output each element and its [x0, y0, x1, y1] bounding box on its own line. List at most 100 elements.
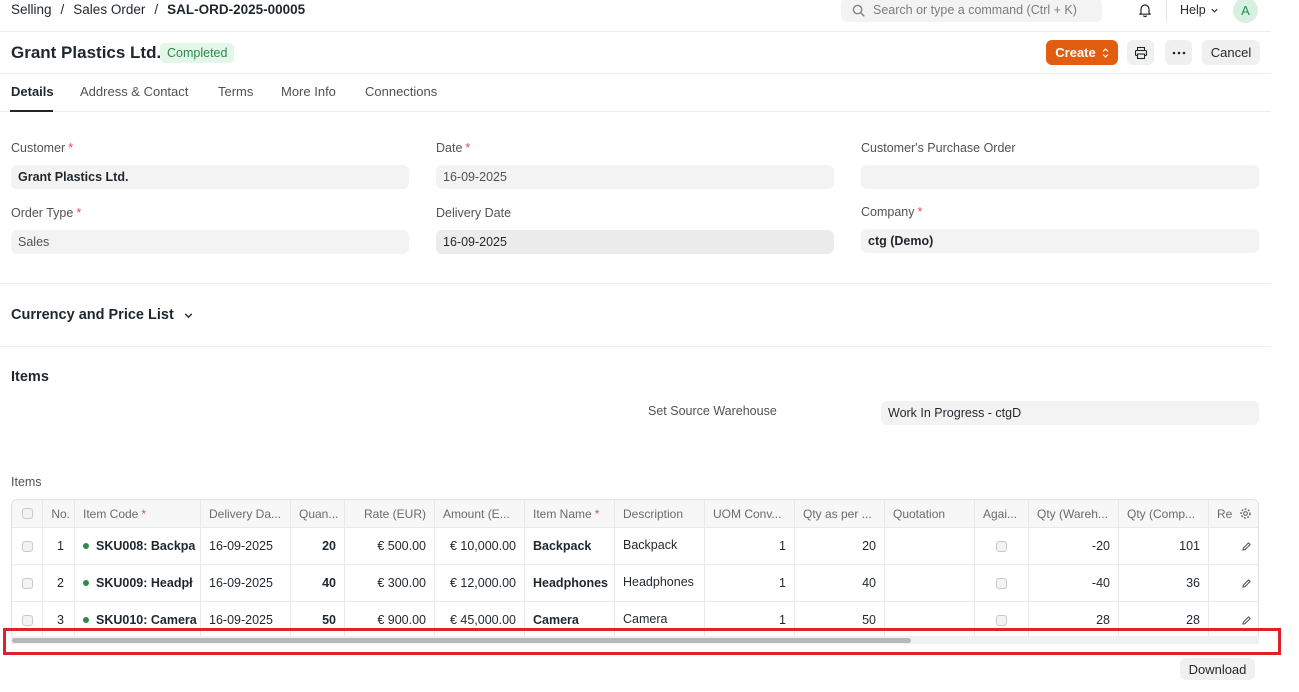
chevron-updown-icon [1102, 47, 1109, 58]
tab-details[interactable]: Details [11, 84, 54, 99]
currency-section-toggle[interactable]: Currency and Price List [11, 307, 194, 323]
customer-po-field[interactable] [861, 165, 1259, 189]
row-quotation[interactable] [885, 565, 975, 601]
row-rate[interactable]: € 300.00 [345, 565, 435, 601]
row-qty-company: 101 [1119, 528, 1209, 564]
row-edit-button[interactable] [1209, 565, 1258, 601]
customer-field[interactable]: Grant Plastics Ltd. [11, 165, 409, 189]
items-section-title: Items [11, 369, 49, 385]
row-uom-conversion[interactable]: 1 [705, 565, 795, 601]
print-button[interactable] [1127, 40, 1154, 65]
row-item-name[interactable]: Headphones [525, 565, 615, 601]
column-header-qty-company[interactable]: Qty (Comp... [1119, 500, 1209, 527]
date-label: Date * [436, 141, 471, 155]
order-type-label: Order Type * [11, 206, 82, 220]
row-delivery-date[interactable]: 16-09-2025 [201, 528, 291, 564]
delivery-date-field[interactable]: 16-09-2025 [436, 230, 834, 254]
column-header-quotation[interactable]: Quotation [885, 500, 975, 527]
column-header-qty-as-per[interactable]: Qty as per ... [795, 500, 885, 527]
column-header-rate[interactable]: Rate (EUR) [345, 500, 435, 527]
row-checkbox[interactable] [12, 565, 43, 601]
search-input[interactable]: Search or type a command (Ctrl + K) [841, 0, 1102, 22]
table-row[interactable]: 2 SKU009: Headpł 16-09-2025 40 € 300.00 … [12, 565, 1258, 602]
navbar: Selling / Sales Order / SAL-ORD-2025-000… [0, 0, 1271, 32]
row-item-code[interactable]: SKU008: Backpa [75, 528, 201, 564]
row-qty-warehouse: -40 [1029, 565, 1119, 601]
tab-more-info[interactable]: More Info [281, 84, 336, 99]
row-edit-button[interactable] [1209, 528, 1258, 564]
column-header-description[interactable]: Description [615, 500, 705, 527]
row-no: 2 [43, 565, 75, 601]
tab-terms[interactable]: Terms [218, 84, 253, 99]
cancel-button[interactable]: Cancel [1202, 40, 1260, 65]
avatar[interactable]: A [1233, 0, 1258, 23]
create-label: Create [1055, 45, 1096, 60]
company-field[interactable]: ctg (Demo) [861, 229, 1259, 253]
tab-connections[interactable]: Connections [365, 84, 437, 99]
column-header-against[interactable]: Agai... [975, 500, 1029, 527]
row-quantity[interactable]: 40 [291, 565, 345, 601]
row-against-checkbox[interactable] [975, 528, 1029, 564]
row-amount: € 12,000.00 [435, 565, 525, 601]
row-item-code[interactable]: SKU009: Headpł [75, 565, 201, 601]
row-checkbox[interactable] [12, 528, 43, 564]
customer-label: Customer * [11, 141, 74, 155]
column-header-no: No. [43, 500, 75, 527]
status-badge: Completed [160, 43, 235, 63]
breadcrumb-sales-order[interactable]: Sales Order [73, 2, 145, 17]
select-all-checkbox[interactable] [12, 500, 43, 527]
column-header-delivery-date[interactable]: Delivery Da... [201, 500, 291, 527]
row-description[interactable]: Backpack [615, 528, 705, 564]
pencil-icon [1242, 541, 1251, 551]
create-button[interactable]: Create [1046, 40, 1118, 65]
column-header-quantity[interactable]: Quan... [291, 500, 345, 527]
row-qty-company: 36 [1119, 565, 1209, 601]
tab-address-contact[interactable]: Address & Contact [80, 84, 188, 99]
order-type-field[interactable]: Sales [11, 230, 409, 254]
row-quotation[interactable] [885, 528, 975, 564]
row-description[interactable]: Headphones [615, 565, 705, 601]
download-button[interactable]: Download [1180, 658, 1255, 680]
source-warehouse-label: Set Source Warehouse [648, 404, 777, 418]
active-tab-indicator [10, 110, 53, 112]
help-label: Help [1180, 3, 1206, 17]
printer-icon [1134, 46, 1147, 59]
row-against-checkbox[interactable] [975, 565, 1029, 601]
row-delivery-date[interactable]: 16-09-2025 [201, 565, 291, 601]
form-tabs: Details Address & Contact Terms More Inf… [0, 74, 1271, 112]
row-uom-conversion[interactable]: 1 [705, 528, 795, 564]
row-item-name[interactable]: Backpack [525, 528, 615, 564]
table-row[interactable]: 1 SKU008: Backpa 16-09-2025 20 € 500.00 … [12, 528, 1258, 565]
column-header-re[interactable]: Re [1209, 500, 1258, 527]
column-header-uom-conversion[interactable]: UOM Conv... [705, 500, 795, 527]
currency-section-title: Currency and Price List [11, 307, 174, 323]
row-qty-as-per[interactable]: 20 [795, 528, 885, 564]
more-actions-button[interactable] [1165, 40, 1192, 65]
breadcrumb-separator: / [154, 2, 159, 17]
breadcrumb: Selling / Sales Order / SAL-ORD-2025-000… [11, 2, 305, 17]
ellipsis-icon [1172, 51, 1185, 54]
chevron-down-icon [1211, 8, 1218, 13]
breadcrumb-selling[interactable]: Selling [11, 2, 52, 17]
page-head: Grant Plastics Ltd. Completed Create Can… [0, 32, 1271, 74]
date-field[interactable]: 16-09-2025 [436, 165, 834, 189]
notification-bell-icon[interactable] [1137, 2, 1153, 21]
column-header-amount[interactable]: Amount (E... [435, 500, 525, 527]
help-dropdown[interactable]: Help [1180, 3, 1219, 17]
section-divider [0, 346, 1271, 347]
row-qty-as-per[interactable]: 40 [795, 565, 885, 601]
source-warehouse-field[interactable]: Work In Progress - ctgD [881, 401, 1259, 425]
column-header-item-name[interactable]: Item Name * [525, 500, 615, 527]
column-header-qty-warehouse[interactable]: Qty (Wareh... [1029, 500, 1119, 527]
page-title: Grant Plastics Ltd. [11, 43, 162, 62]
row-no: 1 [43, 528, 75, 564]
row-rate[interactable]: € 500.00 [345, 528, 435, 564]
row-qty-warehouse: -20 [1029, 528, 1119, 564]
pencil-icon [1242, 578, 1251, 588]
gear-icon[interactable] [1239, 507, 1252, 520]
row-quantity[interactable]: 20 [291, 528, 345, 564]
chevron-down-icon [184, 312, 193, 318]
column-header-item-code[interactable]: Item Code * [75, 500, 201, 527]
company-label: Company * [861, 205, 923, 219]
items-table-label: Items [11, 475, 42, 489]
